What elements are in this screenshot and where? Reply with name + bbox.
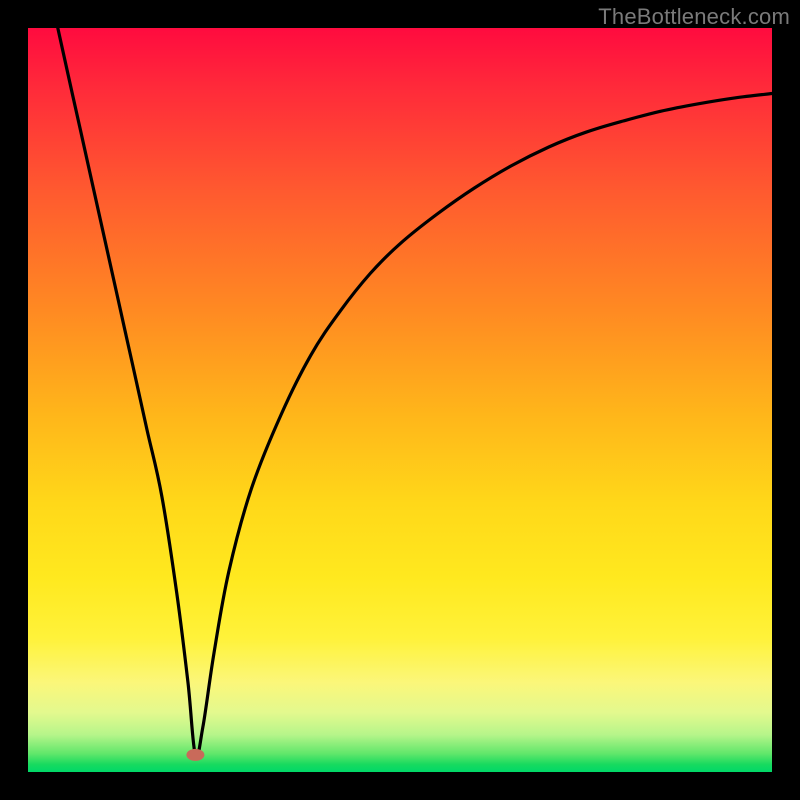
watermark-text: TheBottleneck.com — [598, 4, 790, 30]
plot-area — [28, 28, 772, 772]
minimum-marker — [186, 749, 204, 761]
chart-frame: TheBottleneck.com — [0, 0, 800, 800]
bottleneck-curve — [58, 28, 772, 757]
curve-svg — [28, 28, 772, 772]
